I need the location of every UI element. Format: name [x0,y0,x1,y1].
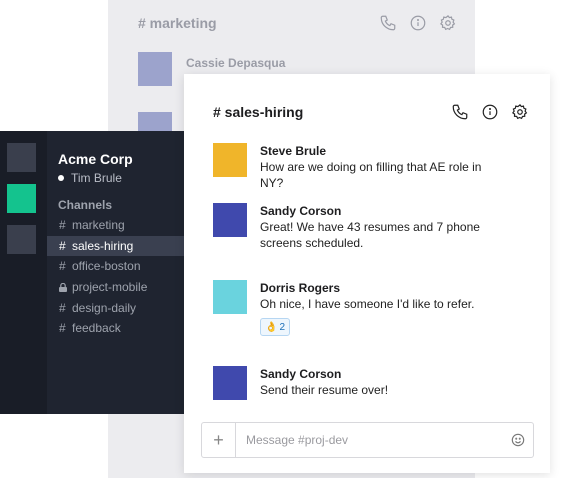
sidebar-item-marketing[interactable]: # marketing [47,215,187,236]
phone-icon [452,104,468,120]
sidebar-item-design-daily[interactable]: # design-daily [47,297,187,318]
phone-icon [380,15,396,31]
message-author[interactable]: Dorris Rogers [260,280,533,296]
sidebar-item-office-boston[interactable]: # office-boston [47,256,187,277]
gear-icon [512,104,528,120]
channel-settings-button[interactable] [511,103,529,121]
message-item: Sandy Corson Great! We have 43 resumes a… [213,203,533,251]
avatar[interactable] [213,203,247,237]
channel-label: sales-hiring [72,238,134,253]
add-attachment-button[interactable]: + [202,423,236,457]
workspace-name[interactable]: Acme Corp [58,151,133,167]
channel-label: marketing [72,218,125,233]
message-item: Dorris Rogers Oh nice, I have someone I'… [213,280,533,336]
current-user[interactable]: Tim Brule [58,171,122,185]
smiley-icon [511,433,525,447]
chat-header: # sales-hiring [184,74,550,150]
avatar[interactable] [213,143,247,177]
message-item: Steve Brule How are we doing on filling … [213,143,533,191]
background-message-author: Cassie Depasqua [186,56,286,70]
sidebar-item-feedback[interactable]: # feedback [47,318,187,339]
channel-title: # sales-hiring [213,104,304,120]
reaction-badge[interactable]: 👌 2 [260,318,291,336]
hash-icon: # [59,300,66,315]
lock-icon [59,282,72,292]
info-icon [410,15,426,31]
message-input[interactable] [236,423,503,457]
background-channel-title: # marketing [138,15,217,31]
avatar [138,52,172,86]
message-text: Send their resume over! [260,383,389,397]
workspace-rail [0,131,47,414]
channel-label: office-boston [72,259,141,274]
call-button[interactable] [451,103,469,121]
workspace-switcher-item[interactable] [7,143,36,172]
message-author[interactable]: Sandy Corson [260,203,533,219]
chat-window: # sales-hiring Steve Brule How are we do… [184,74,550,473]
channel-label: project-mobile [72,280,148,295]
channels-heading[interactable]: Channels [58,198,112,212]
ok-hand-icon: 👌 [265,321,278,333]
message-text: Great! We have 43 resumes and 7 phone sc… [260,220,480,250]
message-author[interactable]: Steve Brule [260,143,533,159]
reaction-count: 2 [279,321,286,333]
sidebar: Acme Corp Tim Brule Channels # marketing… [0,131,187,414]
channel-label: feedback [72,321,121,336]
sidebar-item-sales-hiring[interactable]: # sales-hiring [47,235,187,257]
background-header: # marketing [108,0,475,46]
hash-icon: # [59,259,66,274]
avatar[interactable] [213,366,247,400]
hash-icon: # [59,218,66,233]
hash-icon: # [59,238,66,253]
message-author[interactable]: Sandy Corson [260,366,533,382]
hash-icon: # [59,321,66,336]
channel-info-button[interactable] [481,103,499,121]
presence-dot-icon [58,175,64,181]
message-composer: + [201,422,534,458]
avatar[interactable] [213,280,247,314]
info-icon [482,104,498,120]
channel-list: # marketing # sales-hiring # office-bost… [47,215,187,339]
workspace-switcher-item[interactable] [7,225,36,254]
workspace-switcher-item-active[interactable] [7,184,36,213]
emoji-button[interactable] [503,433,533,447]
gear-icon [440,15,456,31]
message-text: Oh nice, I have someone I'd like to refe… [260,297,475,311]
sidebar-item-project-mobile[interactable]: project-mobile [47,277,187,298]
channel-label: design-daily [72,300,137,315]
user-name: Tim Brule [71,171,122,185]
message-item: Sandy Corson Send their resume over! [213,366,533,400]
message-text: How are we doing on filling that AE role… [260,160,482,190]
